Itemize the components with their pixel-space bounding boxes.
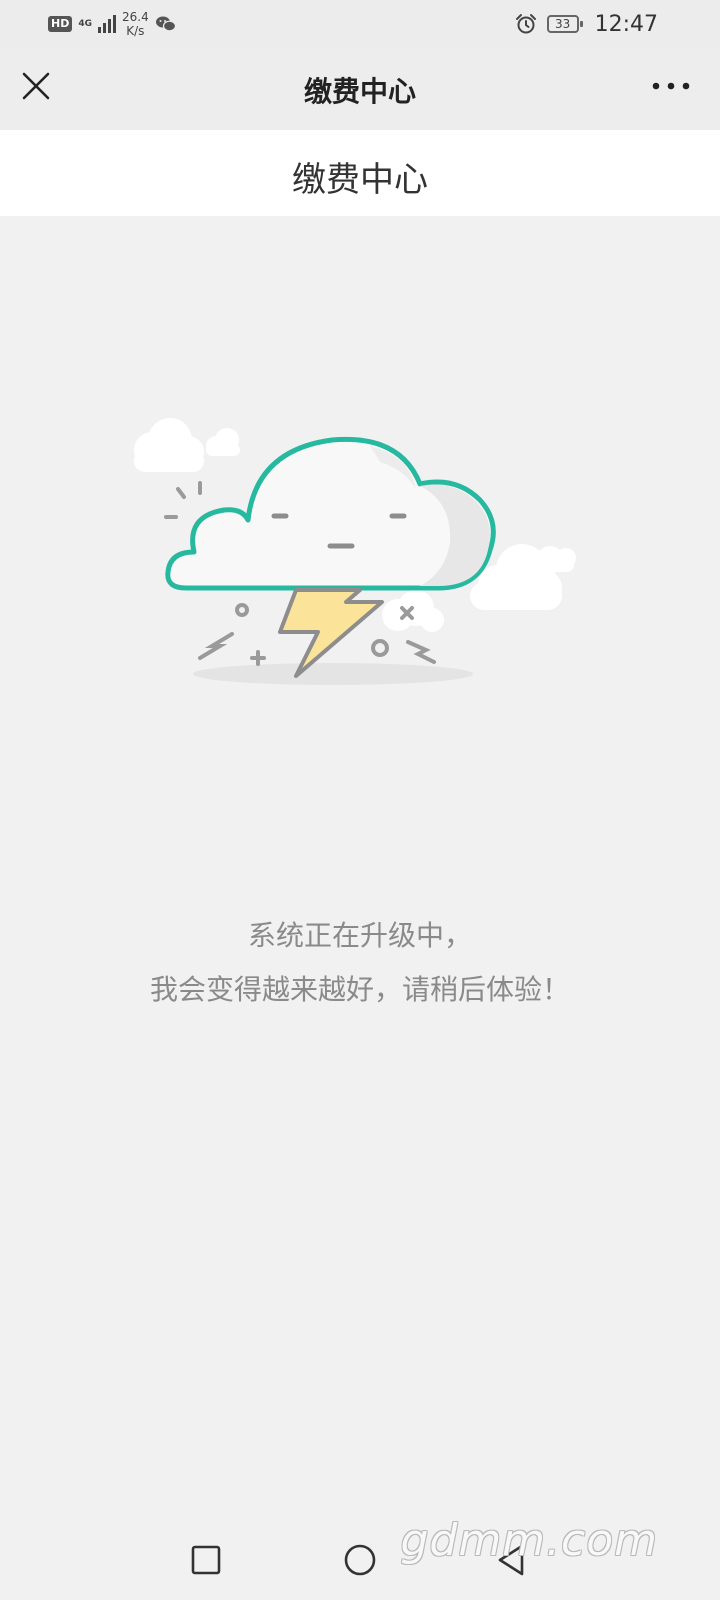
battery-icon: 33 (546, 15, 583, 33)
network-speed: 26.4 K/s (122, 10, 149, 38)
status-time: 12:47 (594, 11, 658, 37)
title-bar: 缴费中心 (0, 48, 720, 130)
page-header: 缴费中心 (0, 130, 720, 216)
window-title: 缴费中心 (303, 75, 416, 108)
upgrade-message-line1: 系统正在升级中， (247, 919, 472, 952)
status-right: 33 12:47 (515, 8, 658, 40)
status-bar: HD 4G 26.4 K/s 33 12:47 (0, 0, 720, 48)
alarm-icon (515, 14, 536, 34)
screen: HD 4G 26.4 K/s 33 12:47 缴费中心 缴费中心 系统正在升级… (0, 0, 720, 1600)
network-speed-unit: K/s (126, 24, 145, 38)
system-nav-bar: gdmm.com (0, 1515, 720, 1600)
network-speed-value: 26.4 (122, 10, 149, 24)
cloud-lightning-illustration (134, 418, 576, 685)
network-type: 4G (78, 19, 92, 29)
home-icon[interactable] (340, 1540, 380, 1580)
recents-icon[interactable] (186, 1540, 226, 1580)
watermark: gdmm.com (400, 1515, 658, 1566)
upgrade-message-line2: 我会变得越来越好，请稍后体验！ (149, 973, 570, 1006)
status-left: HD 4G 26.4 K/s (48, 8, 177, 40)
wechat-icon (155, 16, 176, 32)
page-title: 缴费中心 (292, 160, 428, 200)
hd-icon: HD (48, 16, 73, 32)
more-icon[interactable] (650, 74, 692, 98)
signal-icon (98, 15, 116, 33)
